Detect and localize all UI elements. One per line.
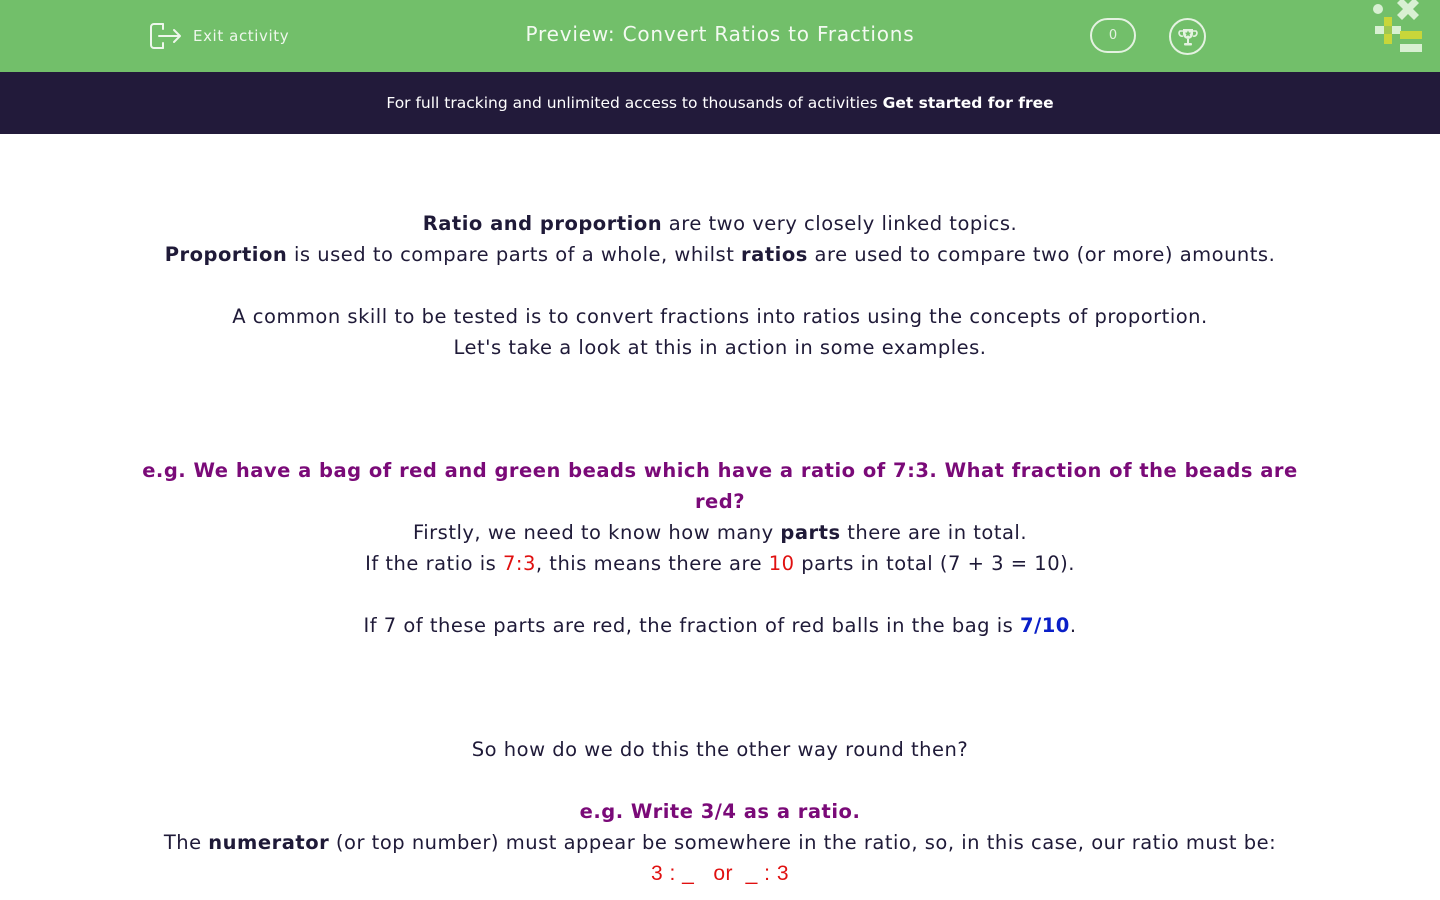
ratio-highlight: 7:3 [503,552,536,575]
total-highlight: 10 [768,552,795,575]
intro-text: are two very closely linked topics. [662,212,1018,235]
example-2-line-1: The numerator (or top number) must appea… [140,827,1300,858]
term-ratios: ratios [741,243,808,266]
trophy-button[interactable] [1169,18,1206,55]
intro-line-3: A common skill to be tested is to conver… [232,305,1208,328]
intro-text: is used to compare parts of a whole, whi… [287,243,742,266]
term-proportion: Proportion [164,243,288,266]
transition-question: So how do we do this the other way round… [471,738,969,761]
text: Firstly, we need to know how many [412,521,781,544]
get-started-link[interactable]: Get started for free [883,94,1054,112]
term-parts: parts [780,521,841,544]
example-2-heading: e.g. Write 3/4 as a ratio. [579,800,861,823]
math-symbols-logo [1373,0,1422,52]
term-ratio-and-proportion: Ratio and proportion [422,212,663,235]
answer-fraction: 7/10 [1020,614,1070,637]
term-numerator: numerator [208,831,330,854]
text: If the ratio is [365,552,504,575]
top-bar: Exit activity Preview: Convert Ratios to… [0,0,1440,72]
intro-line-2: Proportion is used to compare parts of a… [140,239,1300,270]
exit-activity-label: Exit activity [193,27,290,45]
score-badge: 0 [1090,18,1136,53]
trophy-icon [1177,28,1198,45]
intro-text: are used to compare two (or more) amount… [807,243,1276,266]
intro-line-4: Let's take a look at this in action in s… [453,336,987,359]
example-1-line-2: If the ratio is 7:3, this means there ar… [140,548,1300,579]
example-1-line-3: If 7 of these parts are red, the fractio… [140,610,1300,641]
text: . [1069,614,1077,637]
ratio-options: 3 : _ or _ : 3 [650,862,790,885]
text: there are in total. [840,521,1028,544]
example-1-line-1: Firstly, we need to know how many parts … [140,517,1300,548]
text: parts in total (7 + 3 = 10). [794,552,1075,575]
banner-text: For full tracking and unlimited access t… [386,94,878,112]
text: , this means there are [535,552,769,575]
signup-banner: For full tracking and unlimited access t… [0,72,1440,134]
lesson-content: Ratio and proportion are two very closel… [140,208,1300,889]
text: (or top number) must appear be somewhere… [329,831,1277,854]
text: The [163,831,209,854]
exit-activity-button[interactable]: Exit activity [149,20,289,52]
text: If 7 of these parts are red, the fractio… [363,614,1021,637]
example-1-heading: e.g. We have a bag of red and green bead… [142,459,1298,513]
exit-door-icon [150,23,181,49]
intro-line-1: Ratio and proportion are two very closel… [140,208,1300,239]
